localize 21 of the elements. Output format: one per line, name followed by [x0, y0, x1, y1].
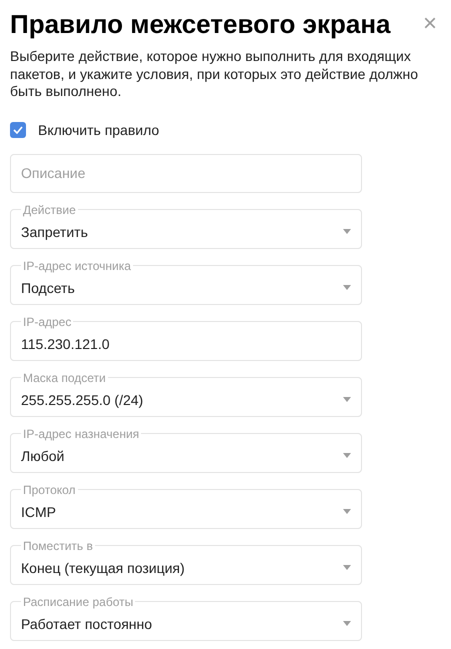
- caret-icon: [343, 509, 351, 514]
- caret-icon: [343, 229, 351, 234]
- dropdown-field[interactable]: IP-адрес назначения Любой: [10, 426, 362, 472]
- caret-icon: [343, 453, 351, 458]
- dropdown-field[interactable]: Маска подсети 255.255.255.0 (/24): [10, 370, 362, 416]
- checkbox-label[interactable]: Включить правило: [38, 122, 160, 138]
- dropdown-field[interactable]: IP-адрес источника Подсеть: [10, 258, 362, 304]
- checkbox[interactable]: [10, 122, 26, 138]
- description-field[interactable]: Описание: [10, 154, 362, 192]
- dialog-title: Правило межсетевого экрана: [10, 8, 390, 41]
- caret-icon: [343, 565, 351, 570]
- dropdown-field[interactable]: Действие Запретить: [10, 202, 362, 248]
- caret-icon: [343, 621, 351, 626]
- input-field[interactable]: IP-адрес 115.230.121.0: [10, 314, 362, 360]
- check-icon: [13, 126, 23, 134]
- dropdown-field[interactable]: Расписание работы Работает постоянно: [10, 594, 362, 640]
- caret-icon: [343, 397, 351, 402]
- dropdown-field[interactable]: Поместить в Конец (текущая позиция): [10, 538, 362, 584]
- intro-text: Выберите действие, которое нужно выполнить для входящих пакетов, и укажите условия, при которых это действие должно быть выполнено.: [10, 48, 420, 100]
- dropdown-field[interactable]: Протокол ICMP: [10, 482, 362, 528]
- caret-icon: [343, 285, 351, 290]
